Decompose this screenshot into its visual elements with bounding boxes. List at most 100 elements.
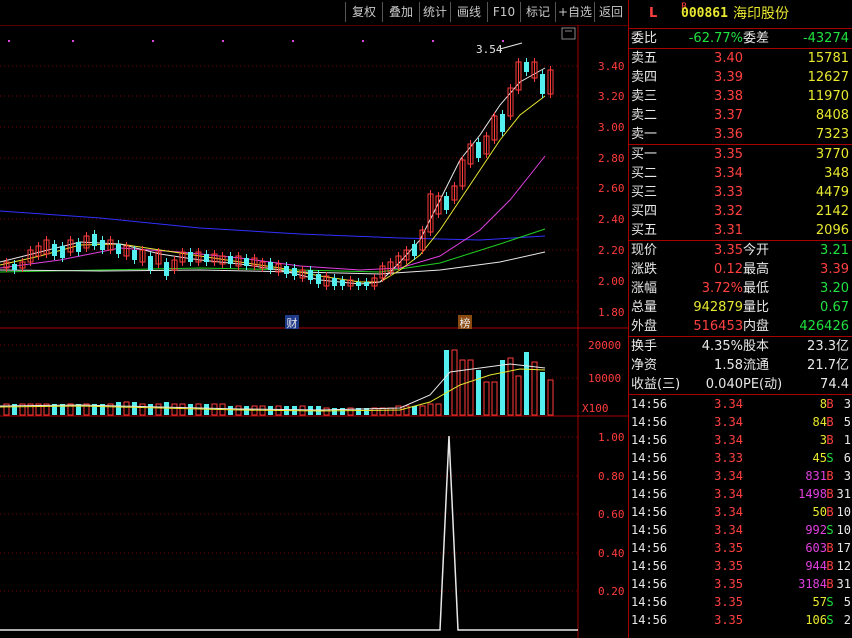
asks-level-row[interactable]: 卖一 3.36 7323 [629, 125, 852, 144]
weicha-value: -43274 [802, 31, 849, 46]
stat-label: 涨跌 [631, 262, 658, 277]
volume-bar-down [500, 360, 505, 415]
bids-volume: 3770 [815, 147, 849, 162]
add-favorite-button[interactable]: +自选 [555, 2, 594, 22]
tick-row: 14:56 3.34 84 B 5 [629, 413, 852, 431]
stock-header: L R 000861 海印股份 [629, 0, 852, 29]
bids-volume: 348 [824, 166, 849, 181]
tick-time: 14:56 [631, 433, 668, 447]
asks-price: 3.37 [714, 108, 743, 123]
asks-level-row[interactable]: 卖四 3.39 12627 [629, 68, 852, 87]
bids-level-row[interactable]: 买五 3.31 2096 [629, 221, 852, 240]
fundamental-label: 换手 [631, 339, 658, 354]
mark-button[interactable]: 标记 [520, 2, 555, 22]
bids-price: 3.33 [714, 185, 743, 200]
tick-list[interactable]: 14:56 3.34 8 B 3 14:56 3.34 84 B 5 14:56 3.34 3 B 1 14:… [629, 395, 852, 629]
candle-down [188, 252, 193, 262]
price-tick: 2.80 [598, 152, 625, 165]
bids-level-row[interactable]: 买二 3.34 348 [629, 164, 852, 183]
tick-row: 14:56 3.35 57 S 5 [629, 593, 852, 611]
ma-10-line [0, 95, 546, 283]
overlay-button[interactable]: 叠加 [382, 2, 419, 22]
volume-bar-down [332, 408, 337, 415]
stat-value: 0.67 [820, 300, 849, 315]
window-icon[interactable] [561, 27, 576, 40]
tick-count: 6 [843, 451, 851, 465]
tick-side: S [826, 595, 834, 609]
tick-volume: 1498 [798, 487, 827, 501]
restore-rights-button[interactable]: 复权 [345, 2, 382, 22]
price-stats: 现价 3.35 今开 3.21 涨跌 0.12 最高 3.39 涨幅 3.72% 最低 3.20 总量 9… [629, 241, 852, 336]
asks-level-row[interactable]: 卖二 3.37 8408 [629, 106, 852, 125]
indicator-tick: 0.80 [598, 470, 625, 483]
asks-label: 卖一 [631, 127, 658, 142]
moving-average-lines [0, 67, 546, 285]
tick-volume: 992 [805, 523, 827, 537]
candle-down [444, 196, 449, 210]
bids-level-row[interactable]: 买一 3.35 3770 [629, 145, 852, 164]
fundamental-label: 收益(三) [631, 377, 681, 392]
tick-time: 14:56 [631, 595, 668, 609]
fundamental-value: 23.3亿 [807, 339, 849, 354]
stat-label: 涨幅 [631, 281, 658, 296]
candle-down [356, 282, 361, 286]
tick-time: 14:56 [631, 505, 668, 519]
weibi-label: 委比 [631, 31, 658, 46]
stat-label: 今开 [743, 243, 770, 258]
volume-bar-up [451, 349, 458, 416]
bids-price: 3.34 [714, 166, 743, 181]
tick-price: 3.35 [714, 559, 743, 573]
tick-side: B [826, 487, 834, 501]
stat-label: 内盘 [743, 319, 770, 334]
fundamental-label: PE(动) [743, 377, 783, 392]
volume-bar-down [476, 370, 481, 415]
high-annotation: 3.54 [476, 42, 523, 56]
asks-volume: 12627 [807, 70, 849, 85]
stat-value: 516453 [693, 319, 743, 334]
price-tick: 3.00 [598, 121, 625, 134]
stat-value: 942879 [693, 300, 743, 315]
asks-volume: 15781 [807, 51, 849, 66]
statistics-button[interactable]: 统计 [419, 2, 450, 22]
volume-bar-up [323, 407, 330, 416]
tick-count: 10 [836, 523, 851, 537]
asks-label: 卖三 [631, 89, 658, 104]
candle-down [268, 262, 273, 270]
asks-level-row[interactable]: 卖三 3.38 11970 [629, 87, 852, 106]
volume-bar-up [123, 401, 130, 416]
tick-time: 14:56 [631, 613, 668, 627]
tick-volume: 944 [805, 559, 827, 573]
axes: 3.40 3.20 3.00 2.80 2.60 2.40 2.20 2.00 1.80 2000… [582, 60, 625, 598]
indicator-tick: 0.20 [598, 585, 625, 598]
volume-bar-up [171, 403, 178, 416]
tick-count: 2 [843, 613, 851, 627]
asks-level-row[interactable]: 卖五 3.40 15781 [629, 49, 852, 68]
bids-level-row[interactable]: 买三 3.33 4479 [629, 183, 852, 202]
tick-row: 14:56 3.34 992 S 10 [629, 521, 852, 539]
bids-volume: 2142 [815, 204, 849, 219]
stat-row: 现价 3.35 今开 3.21 [629, 241, 852, 260]
volume-bar-down [228, 406, 233, 415]
tick-price: 3.33 [714, 451, 743, 465]
tick-time: 14:56 [631, 541, 668, 555]
f10-button[interactable]: F10 [487, 2, 520, 22]
fundamental-value: 4.35% [701, 339, 743, 354]
stat-row: 外盘 516453 内盘 426426 [629, 317, 852, 336]
tick-side: B [826, 415, 834, 429]
fundamental-value: 74.4 [820, 377, 849, 392]
stock-name: 海印股份 [733, 6, 789, 22]
asks-price: 3.39 [714, 70, 743, 85]
tick-count: 31 [836, 577, 851, 591]
tick-price: 3.34 [714, 523, 743, 537]
fundamental-value: 1.58 [714, 358, 743, 373]
tick-row: 14:56 3.35 106 S 2 [629, 611, 852, 629]
draw-line-button[interactable]: 画线 [450, 2, 487, 22]
tick-price: 3.34 [714, 397, 743, 411]
tick-price: 3.34 [714, 505, 743, 519]
tick-side: B [826, 541, 834, 555]
vol-ma-5-line [0, 363, 546, 411]
back-button[interactable]: 返回 [594, 2, 627, 22]
indicator-panel [0, 435, 578, 631]
bids-level-row[interactable]: 买四 3.32 2142 [629, 202, 852, 221]
kline-chart[interactable]: 3.40 3.20 3.00 2.80 2.60 2.40 2.20 2.00 1.80 2000… [0, 25, 628, 638]
